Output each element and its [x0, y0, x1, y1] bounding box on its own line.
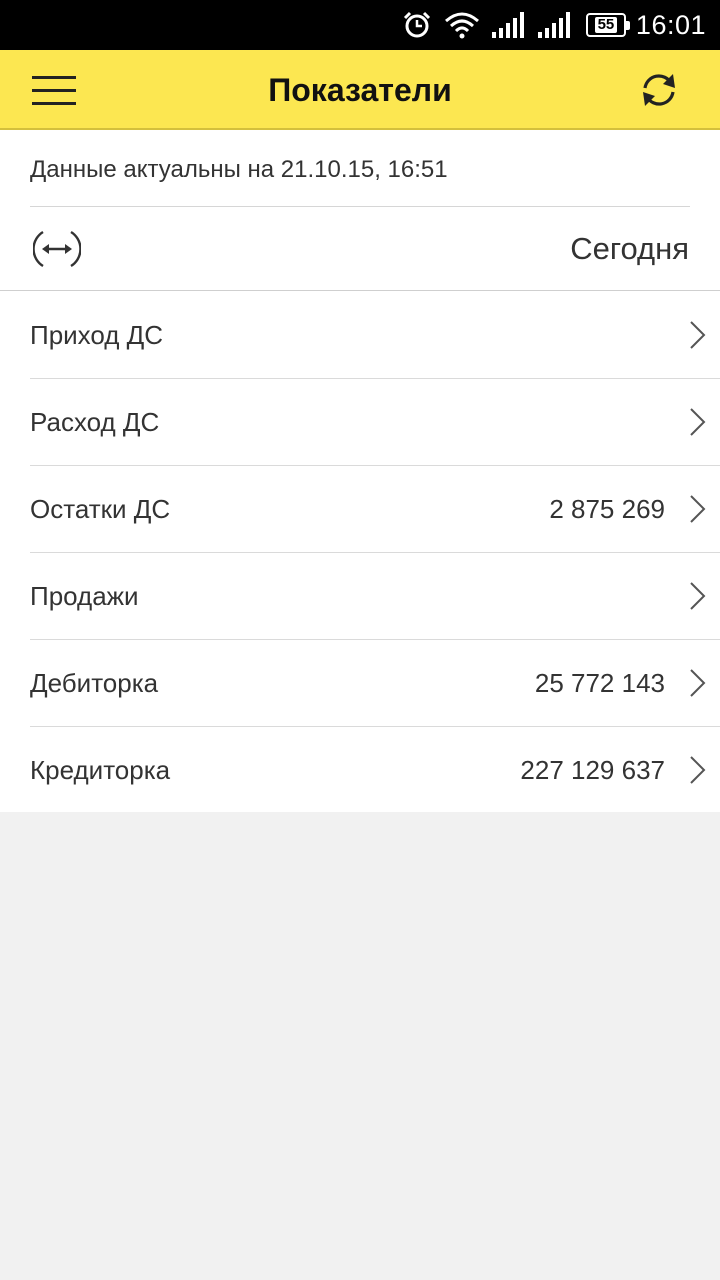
app-bar: Показатели: [0, 50, 720, 130]
chevron-right-icon: [690, 408, 706, 436]
indicator-value: 25 772 143: [534, 668, 665, 698]
alarm-icon: [402, 10, 432, 40]
indicator-label: Остатки ДС: [30, 494, 171, 524]
period-arrows-icon[interactable]: [33, 228, 81, 270]
chevron-right-icon: [690, 321, 706, 349]
status-bar: 55 16:01: [0, 0, 720, 50]
wifi-icon: [444, 11, 480, 39]
indicator-label: Расход ДС: [30, 407, 160, 437]
signal-icon: [537, 12, 572, 38]
status-time: 16:01: [635, 9, 706, 40]
indicator-value: 227 129 637: [520, 755, 665, 785]
indicator-label: Кредиторка: [30, 755, 171, 785]
list-item-sales[interactable]: Продажи: [0, 553, 720, 640]
battery-level: 55: [594, 17, 618, 33]
refresh-button[interactable]: [630, 64, 688, 116]
chevron-right-icon: [690, 756, 706, 784]
indicator-list: Приход ДС Расход ДС Остатки ДС 2 875 269…: [0, 292, 720, 814]
list-item-payables[interactable]: Кредиторка 227 129 637: [0, 727, 720, 814]
period-selector[interactable]: Сегодня: [0, 207, 720, 291]
list-item-cash-expense[interactable]: Расход ДС: [0, 379, 720, 466]
hamburger-line: [32, 88, 76, 92]
hamburger-line: [32, 101, 76, 105]
list-item-receivables[interactable]: Дебиторка 25 772 143: [0, 640, 720, 727]
menu-button[interactable]: [22, 66, 86, 114]
list-item-cash-balance[interactable]: Остатки ДС 2 875 269: [0, 466, 720, 553]
chevron-right-icon: [690, 669, 706, 697]
indicator-value: 2 875 269: [549, 494, 665, 524]
indicator-label: Приход ДС: [30, 320, 164, 350]
indicator-label: Продажи: [30, 581, 139, 611]
indicator-label: Дебиторка: [30, 668, 159, 698]
refresh-icon: [643, 74, 675, 106]
chevron-right-icon: [690, 582, 706, 610]
page-title: Показатели: [268, 72, 452, 108]
battery-icon: 55: [585, 13, 630, 37]
chevron-right-icon: [690, 495, 706, 523]
period-label[interactable]: Сегодня: [570, 207, 689, 291]
data-updated-text: Данные актуальны на 21.10.15, 16:51: [30, 156, 448, 183]
list-item-cash-income[interactable]: Приход ДС: [0, 292, 720, 379]
signal-icon: [491, 12, 526, 38]
indicators-panel: Данные актуальны на 21.10.15, 16:51 Сего…: [0, 130, 720, 812]
hamburger-menu-icon: [32, 75, 76, 79]
